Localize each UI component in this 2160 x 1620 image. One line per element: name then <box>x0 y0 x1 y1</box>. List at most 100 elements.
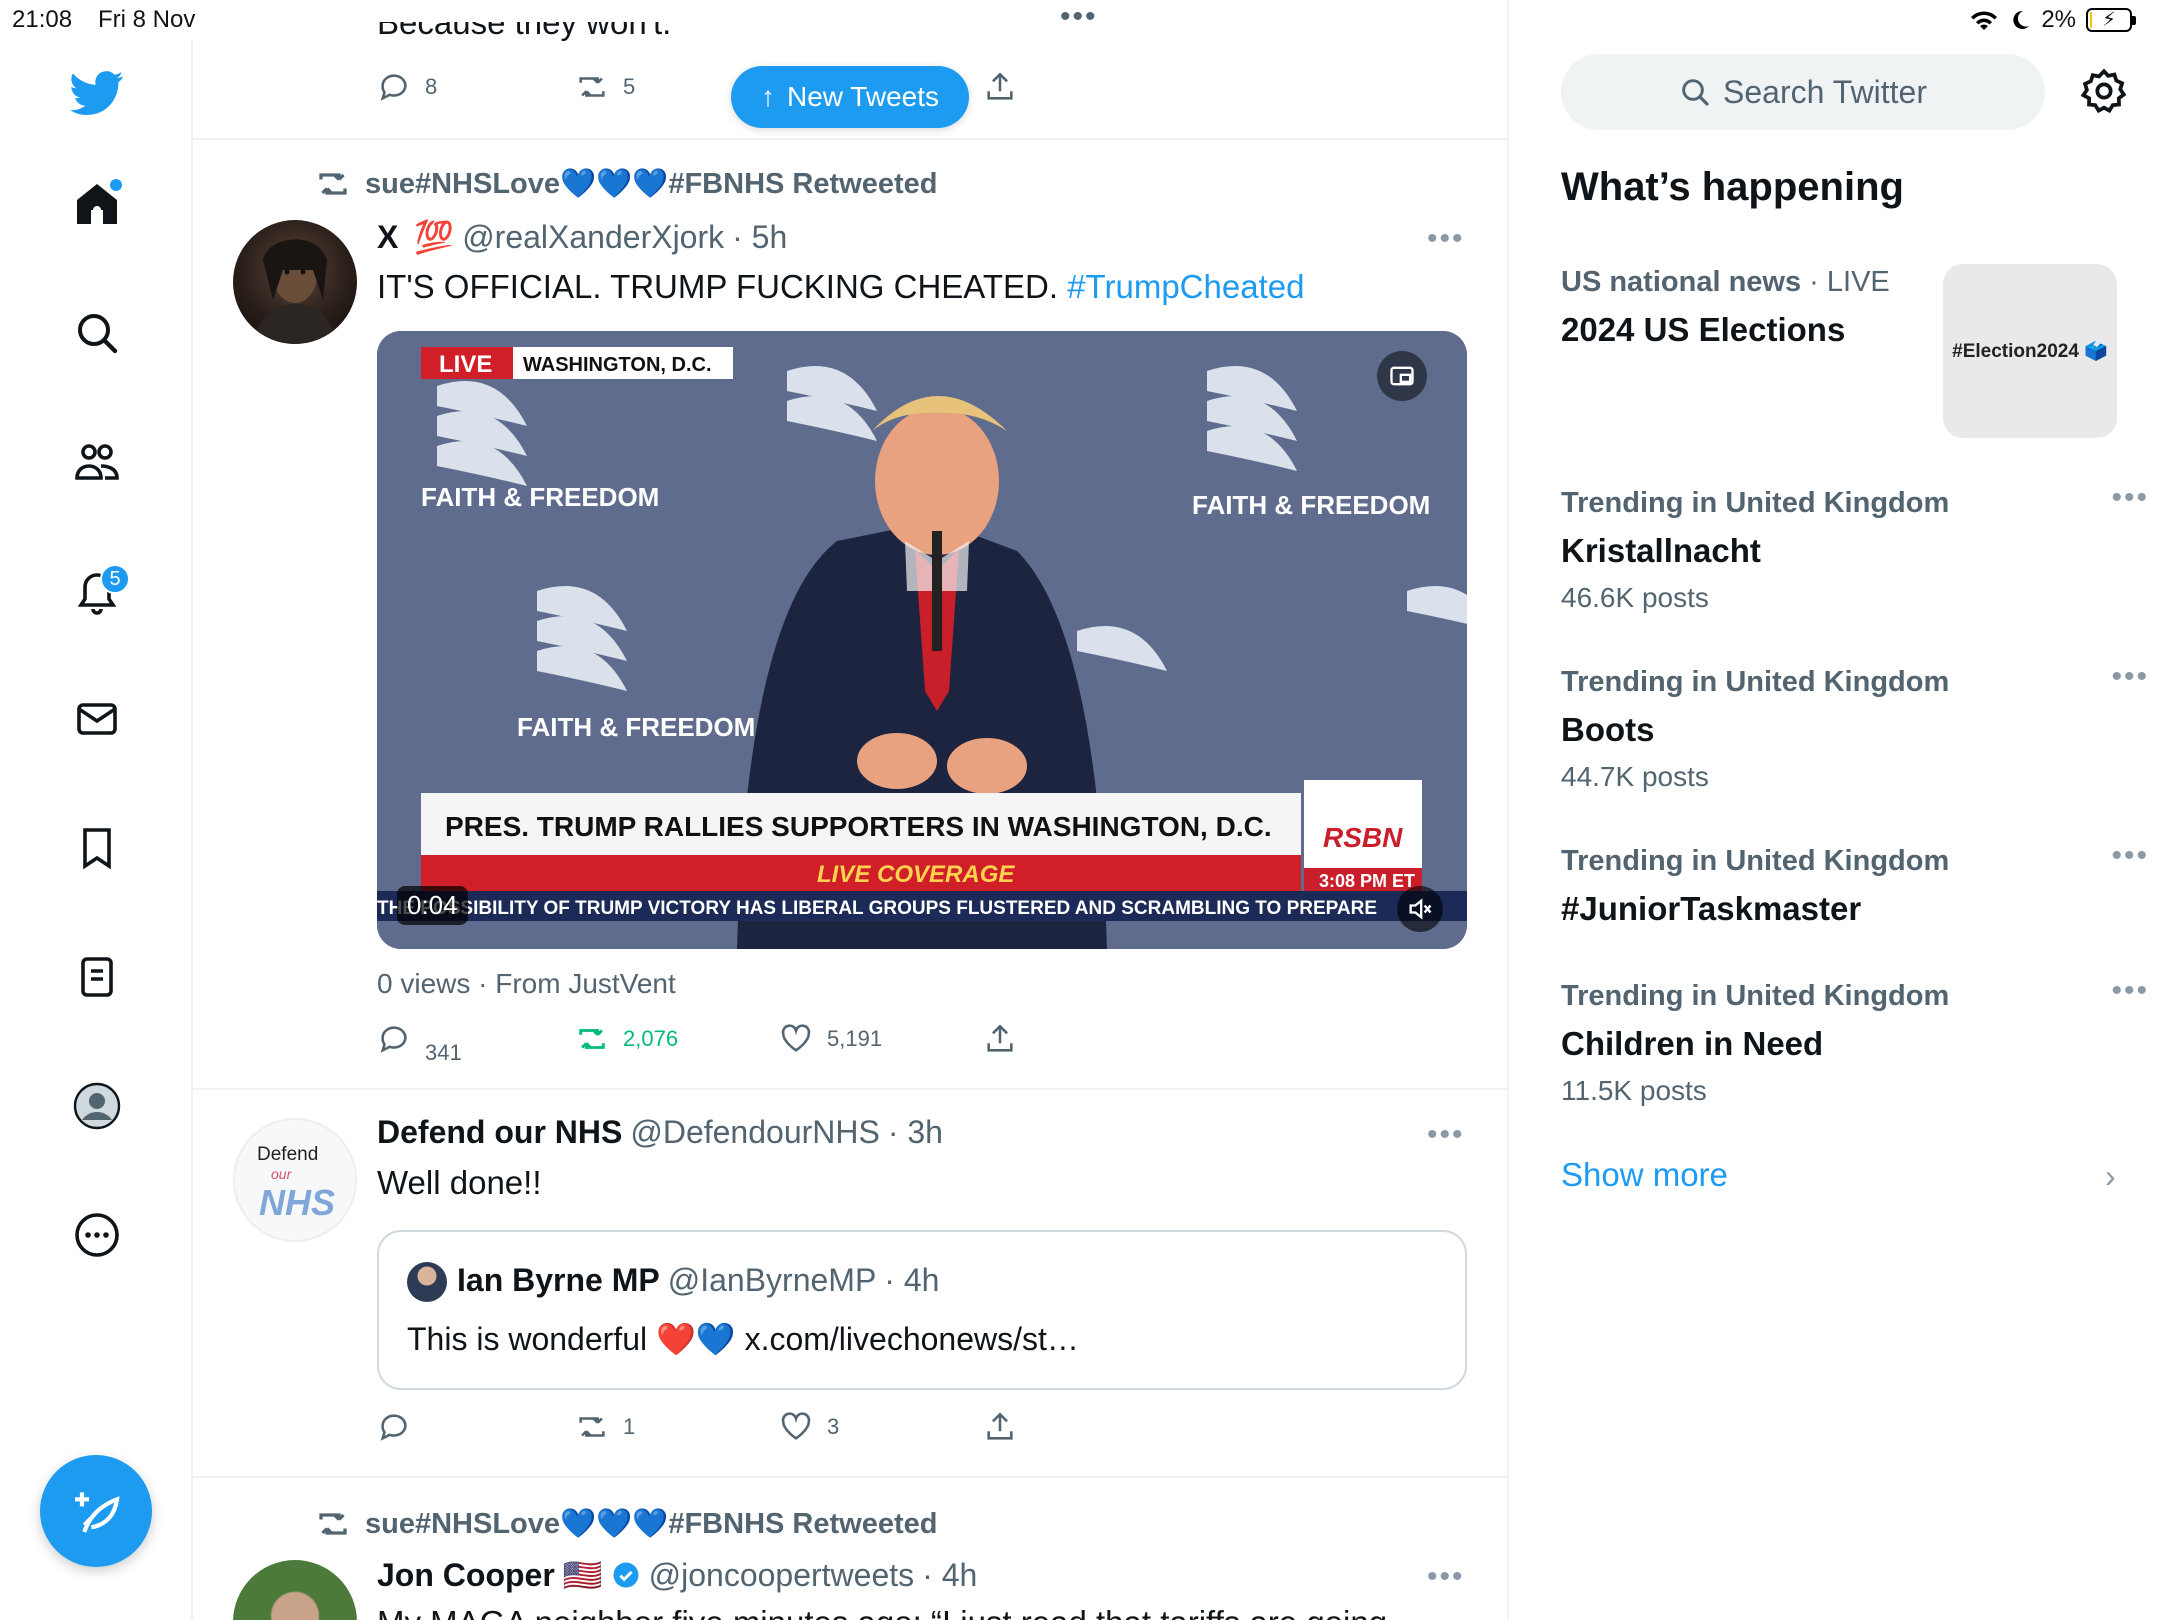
new-tweets-button[interactable]: ↑ New Tweets <box>731 66 969 128</box>
author-name[interactable]: Defend our NHS <box>377 1114 622 1151</box>
trend-more-icon[interactable]: ••• <box>2111 660 2149 694</box>
trend-count: 11.5K posts <box>1561 1075 1707 1106</box>
retweet-button[interactable]: 5 <box>575 70 635 104</box>
backdrop-text: FAITH & FREEDOM <box>421 482 659 512</box>
compose-feather-icon <box>75 1492 120 1533</box>
retweet-button[interactable]: 1 <box>575 1410 635 1444</box>
author-handle[interactable]: @realXanderXjork <box>462 219 724 256</box>
like-button[interactable]: 3 <box>779 1410 839 1444</box>
video-frame: FAITH & FREEDOM FAITH & FREEDOM FAITH & … <box>377 331 1467 949</box>
video-ticker: THE POSSIBILITY OF TRUMP VICTORY HAS LIB… <box>377 898 1377 919</box>
reply-button[interactable]: 341 <box>377 1022 462 1065</box>
trend-more-icon[interactable]: ••• <box>2111 974 2149 1008</box>
compose-tweet-button[interactable] <box>40 1455 152 1567</box>
quoted-time: · 4h <box>884 1262 940 1298</box>
search-input[interactable]: Search Twitter <box>1561 54 2045 130</box>
retweeted-by-line: sue#NHSLove💙💙💙#FBNHS Retweeted <box>315 1506 937 1542</box>
right-sidebar: Search Twitter What’s happening US natio… <box>1509 0 2160 1620</box>
author-name[interactable]: Jon Cooper <box>377 1557 555 1594</box>
reply-count: 8 <box>425 74 438 99</box>
avatar[interactable]: Defend our NHS <box>233 1118 357 1242</box>
reply-button[interactable]: 8 <box>377 70 437 104</box>
reply-icon <box>380 1414 407 1441</box>
trend-item[interactable]: Trending in United Kingdom #JuniorTaskma… <box>1561 839 2147 928</box>
quoted-author-name: Ian Byrne MP <box>457 1262 660 1298</box>
tweet-header: X 💯 @realXanderXjork · 5h <box>377 218 787 256</box>
trend-thumbnail[interactable]: #Election2024 🗳️ <box>1943 264 2117 438</box>
trend-count: 46.6K posts <box>1561 582 1709 613</box>
tweet-time: · 4h <box>922 1556 978 1593</box>
quoted-text: This is wonderful ❤️💙 x.com/livechonews/… <box>407 1321 1079 1357</box>
chevron-right-icon: › <box>2105 1158 2116 1194</box>
status-time: 21:08 <box>12 6 73 33</box>
settings-gear-icon[interactable] <box>2079 66 2129 116</box>
home-unread-dot <box>110 179 122 191</box>
retweet-small-icon <box>319 1513 347 1535</box>
retweet-small-icon <box>319 173 347 195</box>
quoted-tweet[interactable]: Ian Byrne MP @IanByrneMP · 4h This is wo… <box>377 1230 1467 1390</box>
heart-icon <box>781 1412 811 1440</box>
tweet-more-icon[interactable]: ••• <box>1427 1560 1465 1594</box>
like-button[interactable]: 5,191 <box>779 1022 882 1056</box>
tweet-video[interactable]: FAITH & FREEDOM FAITH & FREEDOM FAITH & … <box>377 331 1467 949</box>
retweeted-by-text: sue#NHSLove💙💙💙#FBNHS Retweeted <box>365 168 938 200</box>
avatar-sub: our <box>271 1166 292 1182</box>
profile-avatar-icon[interactable] <box>58 1067 136 1145</box>
twitter-logo-icon[interactable] <box>58 54 136 132</box>
retweet-count: 5 <box>623 74 636 99</box>
video-clock: 3:08 PM ET <box>1319 871 1415 891</box>
tweet-header: Jon Cooper 🇺🇸 @joncoopertweets · 4h <box>377 1556 977 1594</box>
retweet-icon <box>579 1417 605 1437</box>
trend-more-icon[interactable]: ••• <box>2111 839 2149 873</box>
more-options-icon[interactable] <box>58 1196 136 1274</box>
partial-tweet-text: Because they won't. <box>377 4 672 41</box>
heart-icon <box>781 1024 811 1052</box>
bookmarks-icon[interactable] <box>58 809 136 887</box>
show-more-link[interactable]: Show more <box>1561 1156 1728 1194</box>
us-flag-emoji: 🇺🇸 <box>562 1557 603 1593</box>
author-handle[interactable]: @joncoopertweets <box>649 1557 915 1594</box>
whats-happening-heading: What’s happening <box>1561 165 1904 209</box>
reply-button[interactable] <box>377 1410 411 1444</box>
tweet-more-icon[interactable]: ••• <box>1427 1118 1465 1152</box>
share-button[interactable] <box>983 70 1017 104</box>
messages-envelope-icon[interactable] <box>58 680 136 758</box>
hashtag-link[interactable]: #TrumpCheated <box>1067 268 1304 305</box>
explore-search-icon[interactable] <box>58 294 136 372</box>
tweet-body: IT'S OFFICIAL. TRUMP FUCKING CHEATED. #T… <box>377 268 1304 306</box>
trend-item[interactable]: Trending in United Kingdom Children in N… <box>1561 974 2147 1107</box>
quoted-header: Ian Byrne MP @IanByrneMP · 4h <box>457 1262 939 1299</box>
avatar[interactable] <box>233 220 357 344</box>
trend-context: Trending in United Kingdom <box>1561 666 1950 698</box>
search-placeholder: Search Twitter <box>1723 73 1927 110</box>
share-button[interactable] <box>983 1410 1017 1444</box>
backdrop-text: FAITH & FREEDOM <box>1192 490 1430 520</box>
retweet-button[interactable]: 2,076 <box>575 1022 678 1056</box>
like-count: 5,191 <box>827 1026 883 1051</box>
timeline[interactable]: Because they won't. 8 5 ↑ New Tweets sue… <box>193 0 1509 1620</box>
share-icon <box>987 1024 1013 1052</box>
video-chyron: PRES. TRUMP RALLIES SUPPORTERS IN WASHIN… <box>445 811 1272 842</box>
trend-item[interactable]: Trending in United Kingdom Boots 44.7K p… <box>1561 660 2147 793</box>
search-icon <box>1682 79 1709 106</box>
avatar[interactable] <box>233 1560 357 1620</box>
author-handle[interactable]: @DefendourNHS <box>630 1114 879 1151</box>
tweet-more-icon[interactable]: ••• <box>1427 222 1465 256</box>
communities-icon[interactable] <box>58 423 136 501</box>
share-button[interactable] <box>983 1022 1017 1056</box>
notifications-bell-icon[interactable]: 5 <box>58 552 136 630</box>
trend-more-icon[interactable]: ••• <box>2111 481 2149 515</box>
like-count: 3 <box>827 1414 840 1439</box>
home-icon[interactable] <box>58 165 136 243</box>
media-settings-button[interactable] <box>1377 351 1427 401</box>
trend-name: Children in Need <box>1561 1025 1824 1062</box>
trend-item[interactable]: Trending in United Kingdom Kristallnacht… <box>1561 481 2147 614</box>
avatar-text: Defend <box>257 1144 319 1165</box>
mute-button[interactable] <box>1397 886 1443 932</box>
lists-icon[interactable] <box>58 938 136 1016</box>
trend-category: US national news <box>1561 266 1802 298</box>
author-name[interactable]: X <box>377 219 398 256</box>
tweet-text: Well done!! <box>377 1164 542 1201</box>
avatar-photo <box>253 239 337 344</box>
hundred-emoji: 💯 <box>414 219 455 255</box>
